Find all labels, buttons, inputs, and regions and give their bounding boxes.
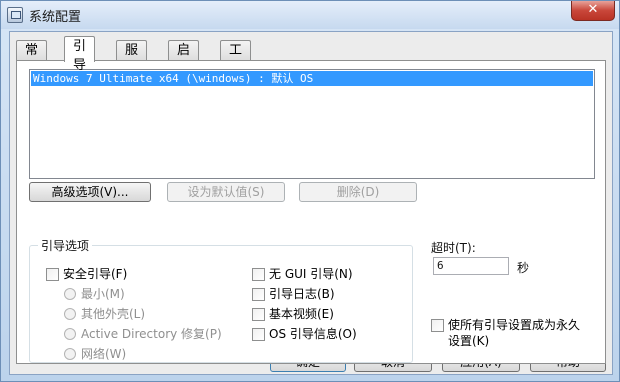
boot-options-legend: 引导选项 bbox=[38, 237, 93, 254]
network-label: 网络(W) bbox=[81, 347, 127, 361]
no-gui-label: 无 GUI 引导(N) bbox=[269, 267, 353, 281]
boot-entries-list[interactable]: Windows 7 Ultimate x64 (\windows) : 默认 O… bbox=[29, 69, 595, 179]
radio-circle[interactable] bbox=[64, 348, 76, 360]
tab-boot[interactable]: 引导 bbox=[64, 36, 96, 73]
no-gui-boot-checkbox[interactable]: 无 GUI 引导(N) bbox=[252, 266, 353, 282]
delete-button[interactable]: 删除(D) bbox=[299, 182, 417, 202]
boot-tab-panel: Windows 7 Ultimate x64 (\windows) : 默认 O… bbox=[16, 60, 606, 364]
set-default-button[interactable]: 设为默认值(S) bbox=[167, 182, 285, 202]
msconfig-app-icon bbox=[7, 7, 23, 23]
active-directory-repair-radio[interactable]: Active Directory 修复(P) bbox=[64, 326, 222, 342]
system-config-window: 系统配置 ✕ 常规 引导 服务 启动 工具 Windows 7 Ultimate… bbox=[0, 0, 620, 382]
safe-boot-checkbox[interactable]: 安全引导(F) bbox=[46, 266, 127, 282]
boot-entry-selected[interactable]: Windows 7 Ultimate x64 (\windows) : 默认 O… bbox=[31, 71, 593, 86]
make-permanent-label-line1: 使所有引导设置成为永久 bbox=[448, 318, 581, 332]
advanced-options-button[interactable]: 高级选项(V)... bbox=[29, 182, 151, 202]
minimal-radio[interactable]: 最小(M) bbox=[64, 286, 125, 302]
base-video-label: 基本视频(E) bbox=[269, 307, 334, 321]
make-permanent-label-line2: 设置(K) bbox=[448, 334, 490, 348]
base-video-checkbox[interactable]: 基本视频(E) bbox=[252, 306, 334, 322]
make-permanent-checkbox[interactable]: 使所有引导设置成为永久 设置(K) bbox=[431, 317, 580, 349]
safe-boot-label: 安全引导(F) bbox=[63, 267, 128, 281]
tab-services[interactable]: 服务 bbox=[116, 40, 148, 77]
checkbox-box[interactable] bbox=[252, 268, 265, 281]
dialog-client-area: 常规 引导 服务 启动 工具 Windows 7 Ultimate x64 (\… bbox=[9, 31, 613, 375]
radio-circle[interactable] bbox=[64, 308, 76, 320]
tab-startup[interactable]: 启动 bbox=[168, 40, 200, 77]
boot-log-checkbox[interactable]: 引导日志(B) bbox=[252, 286, 335, 302]
boot-log-label: 引导日志(B) bbox=[269, 287, 335, 301]
os-boot-info-label: OS 引导信息(O) bbox=[269, 327, 357, 341]
checkbox-box[interactable] bbox=[431, 319, 444, 332]
timeout-unit-label: 秒 bbox=[517, 261, 530, 275]
alternate-shell-label: 其他外壳(L) bbox=[81, 307, 146, 321]
tab-tools[interactable]: 工具 bbox=[220, 40, 252, 77]
window-title: 系统配置 bbox=[29, 10, 82, 25]
timeout-input[interactable]: 6 bbox=[433, 257, 509, 275]
checkbox-box[interactable] bbox=[46, 268, 59, 281]
minimal-label: 最小(M) bbox=[81, 287, 125, 301]
radio-circle[interactable] bbox=[64, 288, 76, 300]
close-button[interactable]: ✕ bbox=[571, 1, 615, 21]
title-bar[interactable]: 系统配置 ✕ bbox=[1, 1, 619, 29]
network-radio[interactable]: 网络(W) bbox=[64, 346, 126, 362]
boot-options-group: 引导选项 安全引导(F) 最小(M) 其他外壳(L) Active Direct… bbox=[29, 237, 413, 363]
alternate-shell-radio[interactable]: 其他外壳(L) bbox=[64, 306, 145, 322]
radio-circle[interactable] bbox=[64, 328, 76, 340]
timeout-label: 超时(T): bbox=[431, 241, 476, 255]
checkbox-box[interactable] bbox=[252, 308, 265, 321]
active-directory-label: Active Directory 修复(P) bbox=[81, 327, 222, 341]
os-boot-info-checkbox[interactable]: OS 引导信息(O) bbox=[252, 326, 357, 342]
checkbox-box[interactable] bbox=[252, 288, 265, 301]
checkbox-box[interactable] bbox=[252, 328, 265, 341]
tab-general[interactable]: 常规 bbox=[16, 40, 48, 77]
